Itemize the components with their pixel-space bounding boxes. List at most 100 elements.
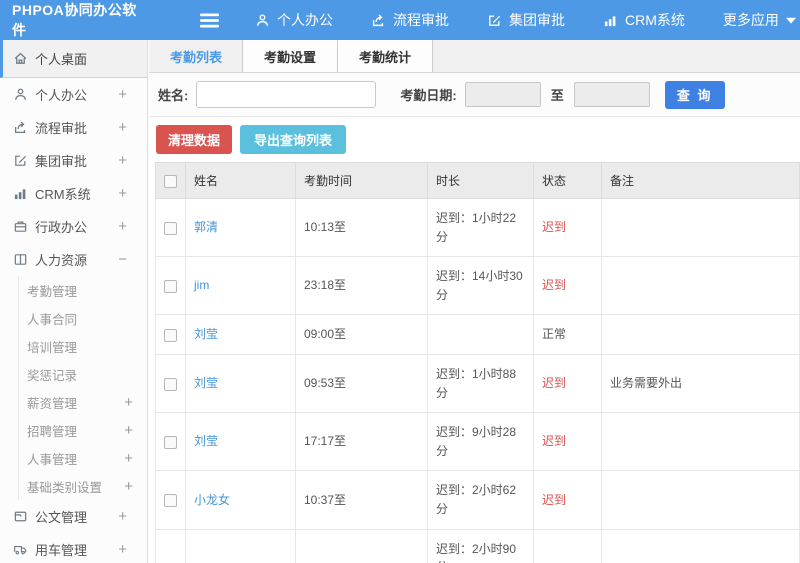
sidebar-subitem-base-category[interactable]: 基础类别设置 + <box>19 472 147 500</box>
col-header-status: 状态 <box>533 162 602 199</box>
sidebar-item-label: 流程审批 <box>35 121 88 136</box>
employee-name-link[interactable]: 郭清 <box>194 220 218 234</box>
bar-chart-icon <box>12 186 28 201</box>
expand-plus-icon[interactable]: + <box>124 422 133 439</box>
status-cell: 迟到 <box>533 256 602 316</box>
tab-attendance-list[interactable]: 考勤列表 <box>149 40 243 72</box>
date-from-input[interactable] <box>464 82 541 107</box>
note-cell <box>601 470 800 530</box>
checkbox-cell <box>155 256 186 316</box>
expand-plus-icon[interactable]: + <box>118 185 127 202</box>
sidebar-item-crm[interactable]: CRM系统 + <box>0 177 147 210</box>
bar-chart-icon <box>603 13 618 28</box>
row-checkbox[interactable] <box>164 493 177 507</box>
expand-plus-icon[interactable]: + <box>124 478 133 495</box>
employee-name-link[interactable]: 刘莹 <box>194 327 218 341</box>
sidebar-item-label: 行政办公 <box>35 220 88 235</box>
row-checkbox[interactable] <box>164 221 177 235</box>
row-checkbox[interactable] <box>164 435 177 449</box>
expand-plus-icon[interactable]: + <box>118 86 127 103</box>
action-bar: 清理数据 导出查询列表 <box>149 117 800 162</box>
name-cell: 刘莹 <box>185 412 296 472</box>
clean-data-button[interactable]: 清理数据 <box>156 125 233 154</box>
expand-plus-icon[interactable]: + <box>118 119 127 136</box>
document-icon <box>12 509 28 524</box>
header-checkbox-cell <box>155 162 186 199</box>
sidebar-subitem-training-mgmt[interactable]: 培训管理 <box>19 332 147 360</box>
sidebar-item-vehicle-mgmt[interactable]: 用车管理 + <box>0 533 147 563</box>
topnav-item-more-apps[interactable]: 更多应用 <box>723 10 796 30</box>
col-header-note: 备注 <box>601 162 800 199</box>
note-cell <box>601 412 800 472</box>
sidebar-subitem-label: 薪资管理 <box>27 396 78 411</box>
expand-plus-icon[interactable]: + <box>118 541 127 558</box>
sidebar-subitem-reward-punishment[interactable]: 奖惩记录 <box>19 360 147 388</box>
sidebar-item-workflow-approval[interactable]: 流程审批 + <box>0 111 147 144</box>
name-label: 姓名: <box>158 88 189 103</box>
user-icon <box>255 13 270 28</box>
name-cell: 小龙女 <box>185 470 296 530</box>
topnav-item-personal-office[interactable]: 个人办公 <box>255 10 333 30</box>
expand-plus-icon[interactable]: + <box>124 394 133 411</box>
main-content: 考勤列表 考勤设置 考勤统计 姓名: 考勤日期: 至 查 询 清理数据 导出查询… <box>149 40 800 563</box>
sidebar-subitem-personnel-mgmt[interactable]: 人事管理 + <box>19 444 147 472</box>
home-icon <box>12 51 28 66</box>
sidebar-subitem-attendance-mgmt[interactable]: 考勤管理 <box>19 276 147 304</box>
checkbox-cell <box>155 470 186 530</box>
sidebar-item-admin-office[interactable]: 行政办公 + <box>0 210 147 243</box>
date-to-input[interactable] <box>573 82 650 107</box>
duration-line: 迟到：14小时30分 <box>436 269 523 302</box>
expand-plus-icon[interactable]: + <box>124 450 133 467</box>
row-checkbox[interactable] <box>164 328 177 342</box>
sidebar-item-personal-desktop[interactable]: 个人桌面 <box>0 40 147 78</box>
sidebar-subitem-salary-mgmt[interactable]: 薪资管理 + <box>19 388 147 416</box>
sidebar-subitem-recruit-mgmt[interactable]: 招聘管理 + <box>19 416 147 444</box>
status-cell: 迟到 <box>533 412 602 472</box>
status-cell: 迟到/早退 <box>533 528 602 563</box>
briefcase-icon <box>12 219 28 234</box>
topnav-item-workflow-approval[interactable]: 流程审批 <box>371 10 449 30</box>
duration-cell: 迟到：2小时62分 <box>427 470 534 530</box>
employee-name-link[interactable]: 刘莹 <box>194 434 218 448</box>
duration-cell: 迟到：2小时90分早退：7小时10分 <box>427 528 534 563</box>
user-icon <box>12 87 28 102</box>
employee-name-link[interactable]: 小龙女 <box>194 493 230 507</box>
sidebar-item-personal-office[interactable]: 个人办公 + <box>0 78 147 111</box>
status-cell: 正常 <box>533 314 602 355</box>
sidebar-subitem-label: 招聘管理 <box>27 424 78 439</box>
export-list-button[interactable]: 导出查询列表 <box>240 125 347 154</box>
expand-plus-icon[interactable]: + <box>118 218 127 235</box>
expand-plus-icon[interactable]: + <box>118 152 127 169</box>
tab-attendance-statistics[interactable]: 考勤统计 <box>337 40 434 72</box>
topnav-item-group-approval[interactable]: 集团审批 <box>487 10 565 30</box>
sidebar-subitem-label: 人事合同 <box>27 312 78 327</box>
employee-name-link[interactable]: jim <box>194 278 209 292</box>
topnav-label: 个人办公 <box>277 12 333 28</box>
search-button[interactable]: 查 询 <box>664 80 725 109</box>
table-row: 小龙女 10:37至 迟到：2小时62分 迟到 <box>155 470 800 530</box>
name-cell: jim <box>185 256 296 316</box>
status-cell: 迟到 <box>533 470 602 530</box>
sidebar-subitem-hr-contract[interactable]: 人事合同 <box>19 304 147 332</box>
checkbox-cell <box>155 314 186 355</box>
time-cell: 23:18至 <box>295 256 428 316</box>
note-cell: 1111 <box>601 528 800 563</box>
tab-attendance-settings[interactable]: 考勤设置 <box>242 40 339 72</box>
topnav-item-crm[interactable]: CRM系统 <box>603 10 685 30</box>
employee-name-link[interactable]: 刘莹 <box>194 376 218 390</box>
hamburger-menu-icon[interactable] <box>200 13 219 28</box>
name-input[interactable] <box>196 81 377 108</box>
row-checkbox[interactable] <box>164 377 177 391</box>
tab-bar: 考勤列表 考勤设置 考勤统计 <box>149 40 800 73</box>
expand-plus-icon[interactable]: + <box>118 508 127 525</box>
select-all-checkbox[interactable] <box>164 174 177 188</box>
col-header-name: 姓名 <box>185 162 296 199</box>
collapse-minus-icon[interactable]: − <box>118 251 127 268</box>
sidebar-item-human-resources[interactable]: 人力资源 − <box>0 243 147 276</box>
col-header-time: 考勤时间 <box>295 162 428 199</box>
sidebar-item-group-approval[interactable]: 集团审批 + <box>0 144 147 177</box>
duration-cell: 迟到：1小时88分 <box>427 353 534 414</box>
sidebar-item-document-mgmt[interactable]: 公文管理 + <box>0 500 147 533</box>
checkbox-cell <box>155 528 186 563</box>
row-checkbox[interactable] <box>164 279 177 293</box>
